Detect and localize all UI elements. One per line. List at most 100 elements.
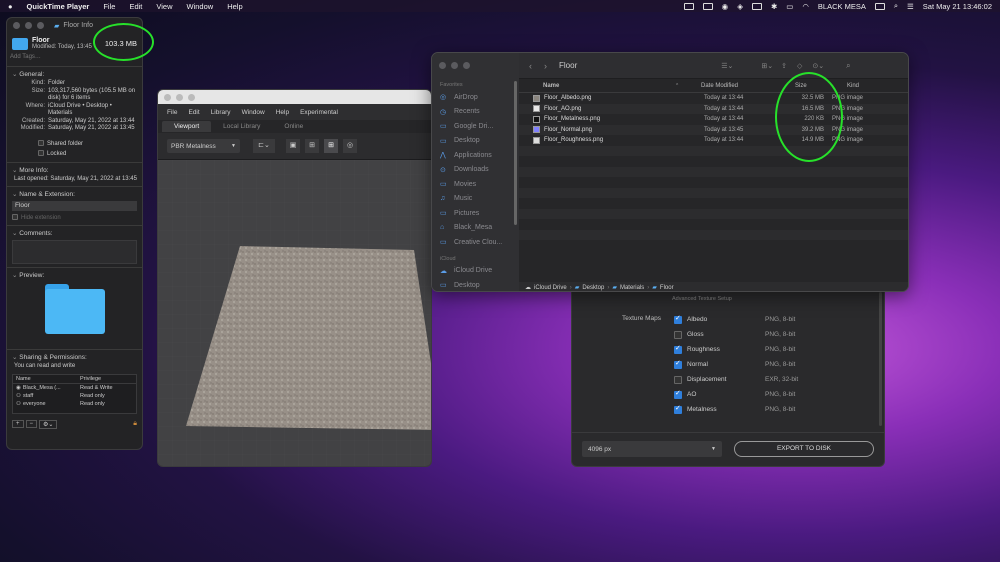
forward-button[interactable]: › <box>544 61 547 71</box>
permission-row[interactable]: ◉ Black_Mesa (... Read & Write <box>13 384 136 392</box>
sidebar-item[interactable]: ⌂ Black_Mesa <box>432 221 519 236</box>
shader-select[interactable]: PBR Metalness ▼ <box>167 139 240 153</box>
traffic-lights[interactable] <box>439 62 470 69</box>
file-row[interactable]: Floor_AO.png Today at 13:44 16.5 MB PNG ima… <box>519 103 908 114</box>
sidebar-item[interactable]: ▭ Desktop <box>432 134 519 149</box>
permission-row[interactable]: ⚇ staff Read only <box>13 392 136 400</box>
traffic-lights[interactable] <box>13 22 44 29</box>
preview-header[interactable]: Preview: <box>12 271 137 279</box>
menu-window[interactable]: Window <box>187 2 214 11</box>
permission-row[interactable]: ⚇ everyone Read only <box>13 400 136 408</box>
permission-privilege[interactable]: Read & Write <box>80 384 113 392</box>
sidebar-item[interactable]: ◎ AirDrop <box>432 90 519 105</box>
vp-tab[interactable]: Viewport <box>162 121 212 132</box>
list-view-icon[interactable]: ☰⌄ <box>721 62 733 70</box>
search-icon[interactable]: ⌕ <box>846 61 850 71</box>
add-user-button[interactable]: + <box>12 420 24 428</box>
3d-viewport[interactable] <box>158 160 431 466</box>
camera-button[interactable]: ⊏⌄ <box>253 139 275 153</box>
menu-edit[interactable]: Edit <box>129 2 142 11</box>
file-row[interactable]: Floor_Albedo.png Today at 13:44 32.5 MB PNG… <box>519 93 908 104</box>
sidebar-scrollbar[interactable] <box>514 81 517 225</box>
permission-privilege[interactable]: Read only <box>80 400 105 408</box>
col-kind[interactable]: Kind <box>847 83 859 89</box>
sidebar-item[interactable]: ⊙ Downloads <box>432 163 519 178</box>
tag-icon[interactable]: ◇ <box>797 62 802 70</box>
perm-privilege-header[interactable]: Privilege <box>80 376 101 382</box>
texture-map-checkbox[interactable] <box>674 330 682 339</box>
vp-menu-item[interactable]: Window <box>242 109 265 116</box>
comments-field[interactable] <box>12 239 137 264</box>
image-view-button[interactable]: ▣ <box>286 139 300 153</box>
vp-menu-item[interactable]: Help <box>276 109 289 116</box>
shared-folder-checkbox[interactable]: Shared folder <box>38 139 137 149</box>
name-header[interactable]: Name & Extension: <box>12 190 137 198</box>
sidebar-item[interactable]: ▭ Google Dri... <box>432 119 519 134</box>
texture-map-checkbox[interactable] <box>674 359 682 369</box>
path-segment[interactable]: Desktop <box>582 285 604 291</box>
texture-map-checkbox[interactable] <box>674 404 682 414</box>
user-name[interactable]: BLACK MESA <box>818 2 866 11</box>
clock[interactable]: Sat May 21 13:46:02 <box>923 2 992 11</box>
more-icon[interactable]: ⊙⌄ <box>812 62 824 70</box>
vp-menu-item[interactable]: Experimental <box>300 109 338 116</box>
scrollbar[interactable] <box>879 292 882 426</box>
sidebar-item[interactable]: ☁ iCloud Drive <box>432 264 519 279</box>
keyboard-icon[interactable] <box>874 2 885 10</box>
sidebar-item[interactable]: ▭ Movies <box>432 177 519 192</box>
vp-menu-item[interactable]: File <box>167 109 177 116</box>
texture-map-checkbox[interactable] <box>674 375 682 384</box>
vp-tab[interactable]: Local Library <box>211 121 272 132</box>
locked-checkbox[interactable]: Locked <box>38 149 137 159</box>
more-info-header[interactable]: More Info: <box>12 166 137 174</box>
perm-name-header[interactable]: Name <box>16 376 80 382</box>
grid-2x2-button[interactable]: ⊞ <box>305 139 319 153</box>
sidebar-item[interactable]: ⋀ Applications <box>432 148 519 163</box>
vp-menu-item[interactable]: Edit <box>188 109 199 116</box>
menu-help[interactable]: Help <box>227 2 242 11</box>
grid-view-icon[interactable]: ⊞⌄ <box>761 62 773 70</box>
status-icon[interactable] <box>751 2 762 10</box>
remove-user-button[interactable]: − <box>25 420 38 428</box>
wifi-icon[interactable]: ◠ <box>802 2 809 11</box>
path-segment[interactable]: iCloud Drive <box>534 285 567 291</box>
file-row[interactable]: Floor_Normal.png Today at 13:45 39.2 MB PNG… <box>519 124 908 135</box>
target-button[interactable]: ◎ <box>343 139 357 153</box>
status-icon[interactable] <box>702 2 713 10</box>
texture-map-checkbox[interactable] <box>674 389 682 399</box>
sidebar-item[interactable]: ◷ Recents <box>432 105 519 120</box>
col-date[interactable]: Date Modified <box>701 83 795 89</box>
status-icon[interactable]: ◈ <box>737 2 743 11</box>
texture-map-checkbox[interactable] <box>674 314 682 324</box>
vp-menu-item[interactable]: Library <box>211 109 231 116</box>
export-button[interactable]: EXPORT TO DISK <box>734 441 874 457</box>
vp-tab[interactable]: Online <box>272 121 315 132</box>
path-segment[interactable]: Materials <box>620 285 644 291</box>
file-row[interactable]: Floor_Metalness.png Today at 13:44 220 KB P… <box>519 114 908 125</box>
status-icon[interactable] <box>683 2 694 10</box>
path-segment[interactable]: Floor <box>660 285 674 291</box>
gear-icon[interactable]: ⚙⌄ <box>39 419 58 429</box>
col-name[interactable]: Name <box>519 83 675 89</box>
permission-privilege[interactable]: Read only <box>80 392 105 400</box>
bluetooth-icon[interactable]: ✱ <box>771 2 777 11</box>
control-center-icon[interactable]: ☰ <box>907 2 914 11</box>
general-header[interactable]: General: <box>12 70 137 78</box>
status-icon[interactable]: ◉ <box>722 2 729 11</box>
resolution-select[interactable]: 4096 px ▼ <box>582 441 722 457</box>
hide-extension-checkbox[interactable]: Hide extension <box>12 211 137 222</box>
comments-header[interactable]: Comments: <box>12 229 137 237</box>
traffic-lights[interactable] <box>164 93 195 101</box>
menu-view[interactable]: View <box>156 2 172 11</box>
menu-file[interactable]: File <box>103 2 115 11</box>
sidebar-item[interactable]: ▭ Desktop <box>432 278 519 291</box>
battery-icon[interactable]: ▭ <box>786 2 793 11</box>
file-row[interactable]: Floor_Roughness.png Today at 13:44 14.9 MB… <box>519 135 908 146</box>
sidebar-item[interactable]: ♫ Music <box>432 192 519 207</box>
sidebar-item[interactable]: ▭ Pictures <box>432 206 519 221</box>
name-field[interactable]: Floor <box>12 200 137 211</box>
lock-icon[interactable]: 🔒︎ <box>133 420 137 428</box>
share-icon[interactable]: ⇪ <box>781 62 787 70</box>
menu-app-name[interactable]: QuickTime Player <box>27 2 90 11</box>
search-icon[interactable]: ⌕ <box>894 1 898 11</box>
